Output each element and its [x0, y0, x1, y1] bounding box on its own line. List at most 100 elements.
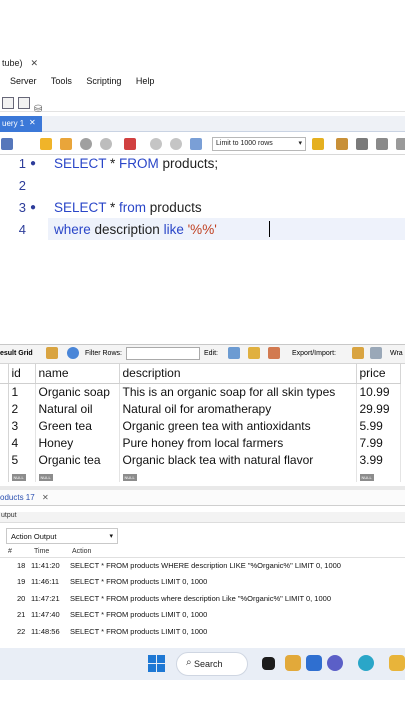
row-gutter-header — [0, 364, 9, 384]
schema-icon[interactable]: ⛁ — [34, 104, 46, 116]
new-row-placeholder[interactable]: NULL NULL NULL NULL — [0, 468, 401, 482]
cell-name[interactable]: Organic soap — [35, 383, 120, 400]
cell-id[interactable]: 3 — [8, 417, 36, 434]
inspector-icon[interactable] — [18, 97, 30, 109]
output-row[interactable]: 19 11:46:11 SELECT * FROM products LIMIT… — [0, 577, 405, 593]
output-row[interactable]: 21 11:47:40 SELECT * FROM products LIMIT… — [0, 610, 405, 626]
cell-price[interactable]: 29.99 — [356, 400, 401, 417]
grid-view-icon[interactable] — [46, 347, 58, 359]
cell-id[interactable]: 5 — [8, 451, 36, 468]
menu-tools[interactable]: Tools — [51, 76, 72, 86]
table-row[interactable]: 1 Organic soap This is an organic soap f… — [0, 383, 401, 400]
edge-browser-icon[interactable] — [358, 655, 374, 671]
cell-description[interactable]: Pure honey from local farmers — [119, 434, 357, 451]
result-table: id name description price 1 Organic soap… — [0, 364, 401, 482]
code-line[interactable]: where description like '%%' — [54, 222, 217, 237]
bookmark-icon[interactable] — [312, 138, 324, 150]
column-header-id[interactable]: id — [8, 364, 36, 384]
table-row[interactable]: 2 Natural oil Natural oil for aromathera… — [0, 400, 401, 417]
output-type-select[interactable]: Action Output ▾ — [6, 528, 118, 544]
cell-description[interactable]: Organic green tea with antioxidants — [119, 417, 357, 434]
toggle-error-icon[interactable] — [124, 138, 136, 150]
cell-name[interactable]: Natural oil — [35, 400, 120, 417]
filter-rows-input[interactable] — [126, 347, 200, 360]
menu-scripting[interactable]: Scripting — [86, 76, 121, 86]
cell-id[interactable]: 1 — [8, 383, 36, 400]
connection-tab-label: tube) — [2, 58, 23, 68]
table-row[interactable]: 4 Honey Pure honey from local farmers 7.… — [0, 434, 401, 451]
output-row-action: SELECT * FROM products LIMIT 0, 1000 — [70, 577, 208, 586]
limit-rows-select[interactable]: Limit to 1000 rows ▾ — [212, 137, 306, 151]
close-icon[interactable]: ✕ — [31, 58, 39, 68]
open-sql-icon[interactable] — [2, 97, 14, 109]
commit-icon[interactable] — [150, 138, 162, 150]
autocommit-icon[interactable] — [190, 138, 202, 150]
limit-rows-value: Limit to 1000 rows — [216, 140, 273, 147]
explain-icon[interactable] — [80, 138, 92, 150]
cell-id[interactable]: 4 — [8, 434, 36, 451]
menu-server[interactable]: Server — [10, 76, 37, 86]
cell-name[interactable]: Green tea — [35, 417, 120, 434]
column-header-description[interactable]: description — [119, 364, 357, 384]
execute-icon[interactable] — [40, 138, 52, 150]
code-line[interactable]: SELECT * FROM products; — [54, 156, 218, 171]
cell-price[interactable]: 7.99 — [356, 434, 401, 451]
cell-name[interactable]: Organic tea — [35, 451, 120, 468]
folder-icon[interactable] — [389, 655, 405, 671]
rollback-icon[interactable] — [170, 138, 182, 150]
row-gutter — [0, 451, 9, 468]
null-cell[interactable]: NULL — [8, 468, 36, 482]
cell-description[interactable]: Natural oil for aromatherapy — [119, 400, 357, 417]
null-cell[interactable]: NULL — [119, 468, 357, 482]
connection-tab[interactable]: tube) ✕ — [0, 58, 38, 74]
cell-price[interactable]: 3.99 — [356, 451, 401, 468]
add-row-icon[interactable] — [248, 347, 260, 359]
output-row-time: 11:41:20 — [31, 561, 60, 570]
cell-name[interactable]: Honey — [35, 434, 120, 451]
find-icon[interactable] — [356, 138, 368, 150]
query-tab-close-icon[interactable]: ✕ — [29, 118, 36, 127]
search-icon: ⌕ — [186, 657, 192, 668]
null-cell[interactable]: NULL — [35, 468, 120, 482]
beautify-icon[interactable] — [336, 138, 348, 150]
refresh-icon[interactable] — [67, 347, 79, 359]
output-row[interactable]: 22 11:48:56 SELECT * FROM products LIMIT… — [0, 627, 405, 643]
cell-price[interactable]: 10.99 — [356, 383, 401, 400]
import-icon[interactable] — [370, 347, 382, 359]
windows-start-icon[interactable] — [148, 655, 166, 673]
cell-price[interactable]: 5.99 — [356, 417, 401, 434]
export-icon[interactable] — [352, 347, 364, 359]
output-column-headers: # Time Action — [0, 546, 405, 558]
table-row[interactable]: 5 Organic tea Organic black tea with nat… — [0, 451, 401, 468]
stop-icon[interactable] — [100, 138, 112, 150]
column-header-name[interactable]: name — [35, 364, 120, 384]
delete-row-icon[interactable] — [268, 347, 280, 359]
null-badge: NULL — [38, 474, 53, 481]
invisible-chars-icon[interactable] — [376, 138, 388, 150]
task-view-icon[interactable] — [262, 657, 275, 670]
teams-chat-icon[interactable] — [327, 655, 343, 671]
column-header-price[interactable]: price — [356, 364, 401, 384]
cell-id[interactable]: 2 — [8, 400, 36, 417]
null-cell[interactable]: NULL — [356, 468, 401, 482]
output-row[interactable]: 20 11:47:21 SELECT * FROM products where… — [0, 594, 405, 610]
output-row-number: 22 — [17, 627, 26, 636]
wrap-icon[interactable] — [396, 138, 405, 150]
table-row[interactable]: 3 Green tea Organic green tea with antio… — [0, 417, 401, 434]
sql-editor[interactable] — [0, 155, 405, 335]
output-header: utput — [0, 512, 405, 523]
execute-current-icon[interactable] — [60, 138, 72, 150]
menu-help[interactable]: Help — [136, 76, 155, 86]
output-row[interactable]: 18 11:41:20 SELECT * FROM products WHERE… — [0, 561, 405, 577]
result-tab[interactable]: oducts 17 — [0, 493, 35, 502]
edit-row-icon[interactable] — [228, 347, 240, 359]
app-icon[interactable] — [306, 655, 322, 671]
keyword: where — [54, 222, 91, 237]
code-line[interactable]: SELECT * from products — [54, 200, 202, 215]
taskbar-search[interactable]: ⌕ Search — [176, 652, 248, 676]
cell-description[interactable]: Organic black tea with natural flavor — [119, 451, 357, 468]
result-tab-close-icon[interactable]: ✕ — [42, 493, 49, 502]
file-explorer-icon[interactable] — [285, 655, 301, 671]
open-file-icon[interactable] — [1, 138, 13, 150]
cell-description[interactable]: This is an organic soap for all skin typ… — [119, 383, 357, 400]
